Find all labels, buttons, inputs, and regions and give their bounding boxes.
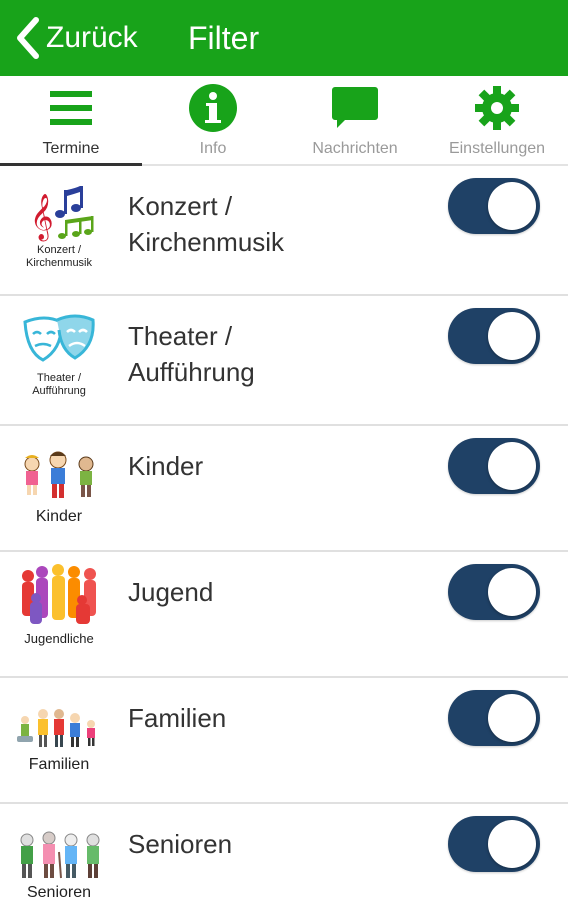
- page-title: Filter: [188, 20, 260, 56]
- thumbnail-caption: Konzert /: [36, 244, 82, 256]
- thumbnail-caption: Kinder: [35, 508, 83, 525]
- thumbnail-caption: Jugendliche: [24, 631, 94, 646]
- list-item-konzert: 𝄞 Konzert / Kirchenmusik Konzert / Kirch…: [0, 166, 568, 296]
- tab-bar: Termine Info Nachrichten Einstellungen: [0, 76, 568, 166]
- category-label: Theater / Aufführung: [128, 321, 255, 387]
- thumbnail-caption: Familien: [28, 756, 90, 773]
- jugend-toggle[interactable]: [448, 564, 540, 620]
- gear-icon: [475, 86, 519, 130]
- thumbnail-caption: Senioren: [26, 884, 92, 901]
- svg-text:𝄞: 𝄞: [30, 194, 54, 242]
- konzert-toggle[interactable]: [448, 178, 540, 234]
- list-item-kinder: Kinder Kinder: [0, 426, 568, 552]
- chat-bubble-icon: [332, 87, 378, 128]
- category-thumbnail: Theater / Aufführung: [0, 296, 118, 398]
- category-thumbnail: Senioren: [0, 804, 118, 902]
- family-icon: [17, 709, 95, 747]
- category-label: Jugend: [128, 577, 214, 607]
- category-thumbnail: Familien: [0, 678, 118, 774]
- music-notes-icon: 𝄞: [30, 186, 94, 242]
- category-list: 𝄞 Konzert / Kirchenmusik Konzert / Kirch…: [0, 166, 568, 912]
- theater-masks-icon: [23, 314, 95, 362]
- thumbnail-caption: Theater /: [36, 372, 82, 384]
- app-bar: Zurück Filter: [0, 0, 568, 76]
- tab-einstellungen[interactable]: Einstellungen: [426, 76, 568, 164]
- category-thumbnail: Kinder: [0, 426, 118, 526]
- category-thumbnail: Jugendliche: [0, 552, 118, 645]
- category-label: Familien: [128, 703, 227, 733]
- menu-icon: [50, 91, 92, 125]
- category-label: Konzert / Kirchenmusik: [128, 191, 285, 257]
- thumbnail-caption: Kirchenmusik: [25, 257, 93, 269]
- youth-silhouettes-icon: [22, 564, 96, 624]
- category-label: Kinder: [128, 451, 204, 481]
- list-item-theater: Theater / Aufführung Theater / Aufführun…: [0, 296, 568, 426]
- info-icon: [189, 84, 237, 132]
- children-icon: [24, 451, 94, 498]
- list-item-familien: Familien Familien: [0, 678, 568, 804]
- tab-nachrichten[interactable]: Nachrichten: [284, 76, 426, 164]
- kinder-toggle[interactable]: [448, 438, 540, 494]
- tab-label: Einstellungen: [448, 140, 546, 157]
- tab-label: Nachrichten: [312, 140, 398, 157]
- tab-label: Info: [199, 140, 227, 157]
- list-item-jugend: Jugendliche Jugend: [0, 552, 568, 678]
- senioren-toggle[interactable]: [448, 816, 540, 872]
- familien-toggle[interactable]: [448, 690, 540, 746]
- tab-info[interactable]: Info: [142, 76, 284, 164]
- list-item-senioren: Senioren Senioren: [0, 804, 568, 912]
- category-label: Senioren: [128, 829, 233, 859]
- tab-label: Termine: [42, 140, 100, 157]
- category-thumbnail: 𝄞 Konzert / Kirchenmusik: [0, 166, 118, 270]
- back-label: Zurück: [46, 21, 138, 54]
- chevron-left-icon: [17, 17, 39, 59]
- tab-termine[interactable]: Termine: [0, 76, 142, 166]
- seniors-icon: [20, 831, 100, 879]
- back-button[interactable]: Zurück: [0, 0, 138, 76]
- theater-toggle[interactable]: [448, 308, 540, 364]
- thumbnail-caption: Aufführung: [32, 385, 86, 397]
